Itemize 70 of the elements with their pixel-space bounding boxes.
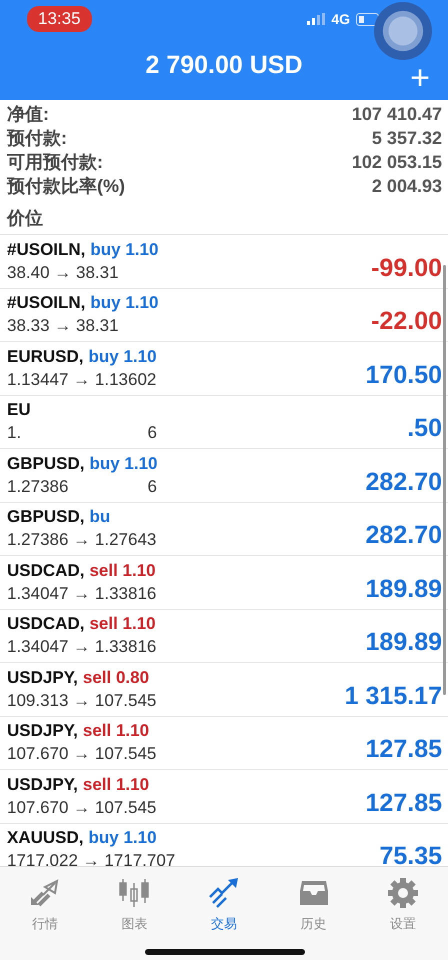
profit-value: 170.50: [366, 360, 442, 390]
trend-arrow-icon: [208, 877, 240, 909]
profit-value: 189.89: [366, 574, 442, 604]
candlestick-icon: [118, 877, 150, 909]
symbol-label: #USOILN,: [7, 293, 86, 314]
summary-label: 预付款:: [7, 127, 67, 150]
price-label: 1.27386 → 1.27643: [7, 530, 156, 550]
price-label: 38.33 → 38.31: [7, 316, 119, 336]
deal-label: buy 1.10: [90, 293, 158, 314]
price-label: 1.13447 → 1.13602: [7, 370, 156, 390]
profit-value: -99.00: [371, 254, 442, 283]
profit-value: 1 315.17: [344, 682, 442, 711]
symbol-label: XAUUSD,: [7, 828, 84, 848]
deal-label: buy 1.10: [88, 828, 157, 848]
price-label: 1.: [7, 423, 22, 444]
position-row[interactable]: USDJPY, sell 1.10 107.670 → 107.545 127.85: [0, 716, 448, 770]
summary-value: 5 357.32: [372, 128, 442, 148]
deal-label: bu: [89, 507, 110, 528]
price-label: 6: [146, 476, 157, 497]
profit-value: .50: [407, 414, 442, 444]
profit-value: -22.00: [371, 307, 442, 336]
diagonal-arrows-icon: [28, 877, 61, 909]
symbol-label: USDCAD,: [7, 560, 84, 581]
profit-value: 282.70: [366, 521, 442, 550]
deal-label: sell 1.10: [82, 774, 150, 795]
profit-value: 282.70: [366, 468, 442, 497]
summary-value: 102 053.15: [352, 152, 442, 172]
profit-value: 75.35: [379, 842, 442, 866]
summary-label: 净值:: [7, 103, 49, 126]
network-label: 4G: [331, 11, 350, 27]
price-label: 107.670 → 107.545: [7, 798, 156, 818]
deal-label: sell 1.10: [82, 721, 150, 742]
balance-title: 2 790.00 USD: [145, 51, 303, 80]
summary-label: 预付款比率(%): [7, 175, 125, 198]
symbol-label: USDCAD,: [7, 614, 84, 634]
price-label: 1.34047 → 1.33816: [7, 584, 156, 604]
symbol-label: USDJPY,: [7, 721, 78, 742]
profit-value: 127.85: [366, 788, 442, 818]
status-time: 13:35: [27, 6, 92, 32]
deal-label: buy 1.10: [89, 454, 158, 474]
price-label: 107.670 → 107.545: [7, 744, 156, 764]
deal-label: sell 1.10: [89, 560, 156, 581]
deal-label: sell 0.80: [82, 668, 150, 688]
price-label: 38.40 → 38.31: [7, 262, 119, 283]
profit-value: 189.89: [366, 628, 442, 658]
price-label: 1.34047 → 1.33816: [7, 637, 156, 658]
symbol-label: EURUSD,: [7, 346, 84, 367]
symbol-label: GBPUSD,: [7, 454, 84, 474]
deal-label: buy 1.10: [90, 240, 158, 260]
profit-value: 127.85: [366, 735, 442, 764]
signal-icon: [307, 13, 326, 25]
symbol-label: EU: [7, 400, 31, 420]
symbol-label: USDJPY,: [7, 774, 78, 795]
symbol-label: USDJPY,: [7, 668, 78, 688]
symbol-label: GBPUSD,: [7, 507, 84, 528]
price-label: 6: [146, 423, 157, 444]
price-label: 1.27386: [7, 476, 68, 497]
summary-value: 107 410.47: [352, 104, 442, 124]
summary-label: 可用预付款:: [7, 151, 103, 174]
settings-icon: [387, 877, 420, 909]
deal-label: buy 1.10: [88, 346, 157, 367]
assistive-touch-icon[interactable]: [374, 2, 432, 60]
position-row[interactable]: USDJPY, sell 1.10 107.670 → 107.545 127.85: [0, 770, 448, 824]
deal-label: sell 1.10: [89, 614, 156, 634]
price-label: 109.313 → 107.545: [7, 690, 156, 711]
tab-item[interactable]: 交易: [179, 867, 269, 960]
summary-value: 2 004.93: [372, 176, 442, 196]
symbol-label: #USOILN,: [7, 240, 86, 260]
add-button[interactable]: +: [410, 62, 430, 94]
section-title: 价位: [0, 198, 448, 235]
